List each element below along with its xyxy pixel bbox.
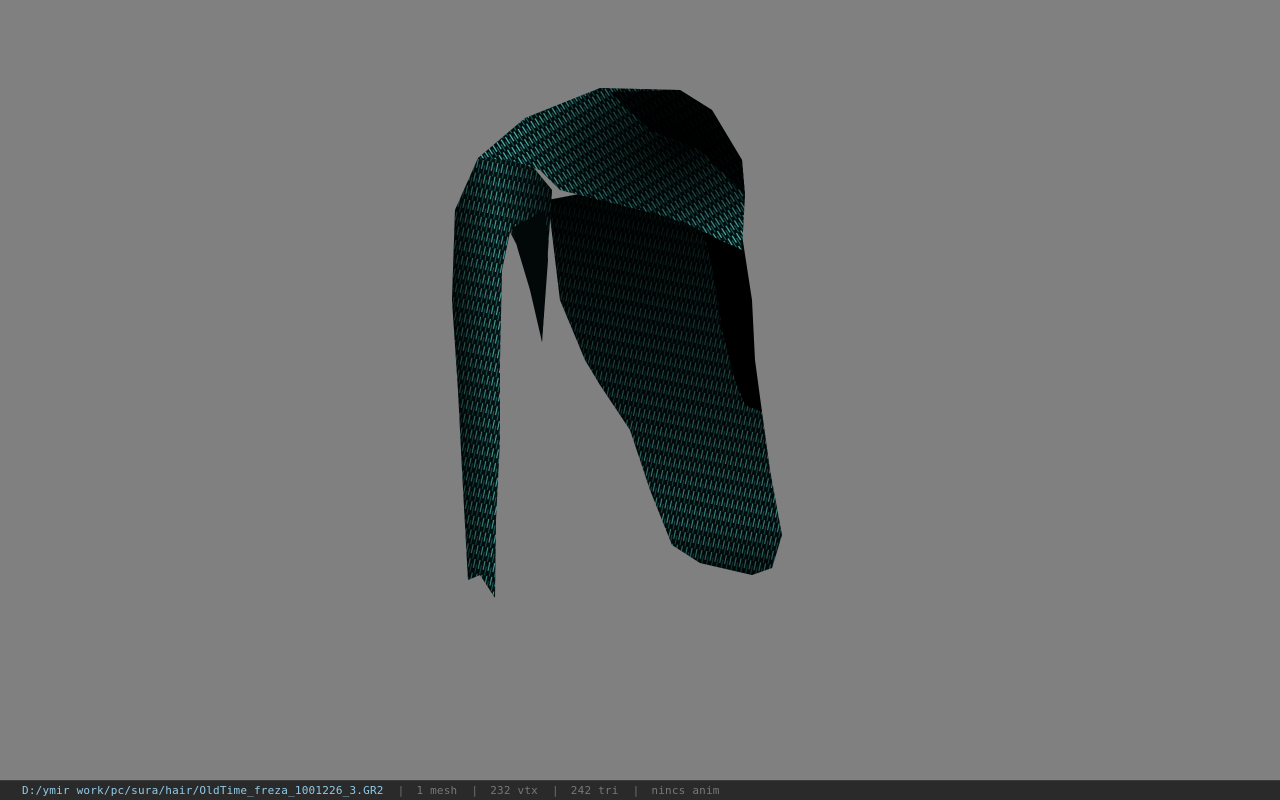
hair-left-lock	[452, 145, 552, 598]
hair-inner-strand	[512, 210, 548, 342]
separator: |	[551, 784, 559, 797]
3d-viewport[interactable]	[0, 0, 1280, 780]
separator: |	[471, 784, 479, 797]
separator: |	[632, 784, 640, 797]
mesh-count: 1 mesh	[416, 784, 458, 797]
animation-status: nincs anim	[651, 784, 720, 797]
hair-model-render	[452, 88, 782, 598]
status-bar: D:/ymir work/pc/sura/hair/OldTime_freza_…	[0, 780, 1280, 800]
triangle-count: 242 tri	[570, 784, 619, 797]
separator: |	[397, 784, 405, 797]
vertex-count: 232 vtx	[490, 784, 538, 797]
file-path: D:/ymir work/pc/sura/hair/OldTime_freza_…	[22, 784, 384, 797]
